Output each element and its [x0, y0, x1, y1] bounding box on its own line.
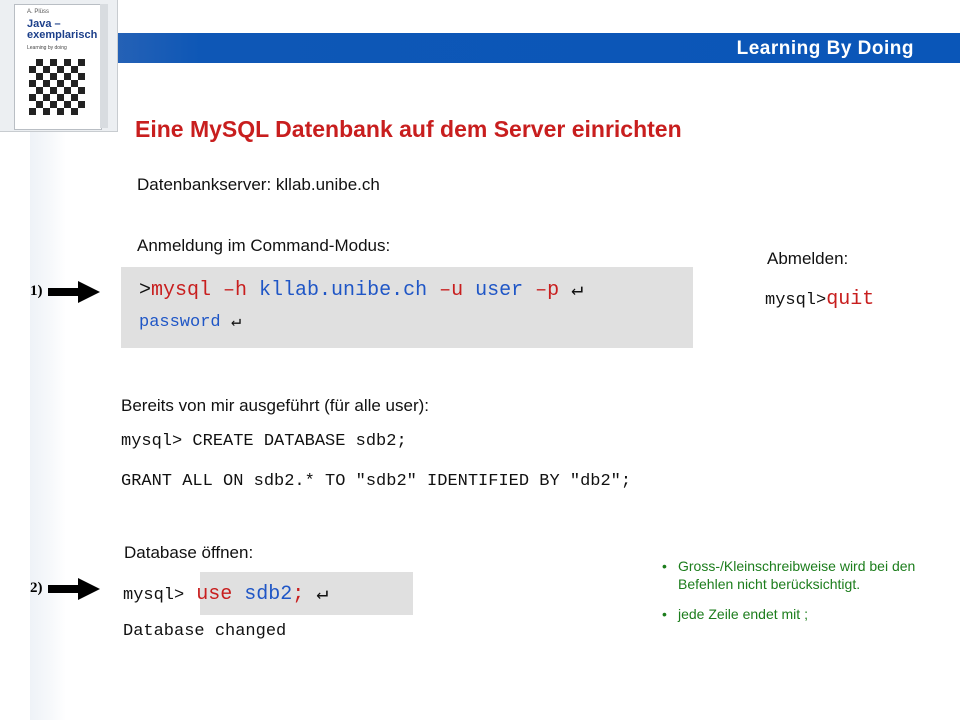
logout-quit: quit	[826, 288, 875, 311]
book-title: Java – exemplarisch	[27, 19, 97, 41]
logout-prompt: mysql>	[765, 291, 827, 310]
book-author: A. Plüss	[27, 9, 50, 15]
book-cover-front: A. Plüss Java – exemplarisch Learning by…	[14, 4, 102, 130]
logout-command: mysql>quit	[765, 288, 874, 311]
password-line: password ↵	[139, 311, 241, 332]
book-cover-image: A. Plüss Java – exemplarisch Learning by…	[0, 0, 118, 132]
cmd-user: user	[475, 279, 524, 302]
enter-icon: ↵	[571, 279, 584, 302]
create-database-line: mysql> CREATE DATABASE sdb2;	[121, 432, 407, 451]
cmd-db-name: sdb2	[244, 583, 293, 606]
note-item: jede Zeile endet mit ;	[660, 605, 920, 623]
cmd-host: kllab.unibe.ch	[259, 279, 428, 302]
step-1-arrow-icon	[48, 281, 100, 303]
cmd-use: use	[184, 583, 245, 606]
chessboard-icon	[29, 59, 85, 115]
step-2-label: 2)	[30, 580, 43, 596]
book-spine	[100, 4, 108, 128]
login-command-line: >mysql –h kllab.unibe.ch –u user –p ↵	[139, 276, 583, 302]
notes-panel: Gross-/Kleinschreibweise wird bei den Be…	[660, 557, 920, 635]
cmd-h-flag: –h	[211, 279, 260, 302]
cmd-u-flag: –u	[427, 279, 476, 302]
cmd-mysql: mysql	[151, 279, 212, 302]
database-changed-line: Database changed	[123, 622, 287, 641]
open-database-label: Database öffnen:	[124, 543, 254, 562]
use-command-line: mysql> use sdb2; ↵	[123, 580, 328, 606]
cmd-semicolon: ;	[292, 583, 305, 606]
book-subtitle: Learning by doing	[27, 45, 67, 51]
enter-icon-3: ↵	[316, 583, 329, 606]
already-done-label: Bereits von mir ausgeführt (für alle use…	[121, 396, 430, 415]
login-prompt: >	[139, 279, 152, 302]
use-prompt: mysql>	[123, 586, 185, 605]
password-text: password	[139, 313, 221, 332]
notes-list: Gross-/Kleinschreibweise wird bei den Be…	[660, 557, 920, 623]
book-title-line2: exemplarisch	[27, 29, 98, 41]
logout-label: Abmelden:	[767, 249, 849, 268]
left-gradient-strip	[30, 60, 66, 720]
step-2-arrow-icon	[48, 578, 100, 600]
slide-title: Eine MySQL Datenbank auf dem Server einr…	[135, 116, 682, 142]
header-title: Learning By Doing	[736, 38, 914, 59]
login-command-box: >mysql –h kllab.unibe.ch –u user –p ↵ pa…	[121, 267, 693, 348]
cmd-p-flag: –p	[523, 279, 572, 302]
server-label: Datenbankserver: kllab.unibe.ch	[137, 175, 380, 194]
login-label: Anmeldung im Command-Modus:	[137, 236, 391, 255]
note-item: Gross-/Kleinschreibweise wird bei den Be…	[660, 557, 920, 593]
grant-line: GRANT ALL ON sdb2.* TO "sdb2" IDENTIFIED…	[121, 472, 632, 491]
enter-icon-2: ↵	[230, 313, 242, 332]
step-1-label: 1)	[30, 283, 43, 299]
